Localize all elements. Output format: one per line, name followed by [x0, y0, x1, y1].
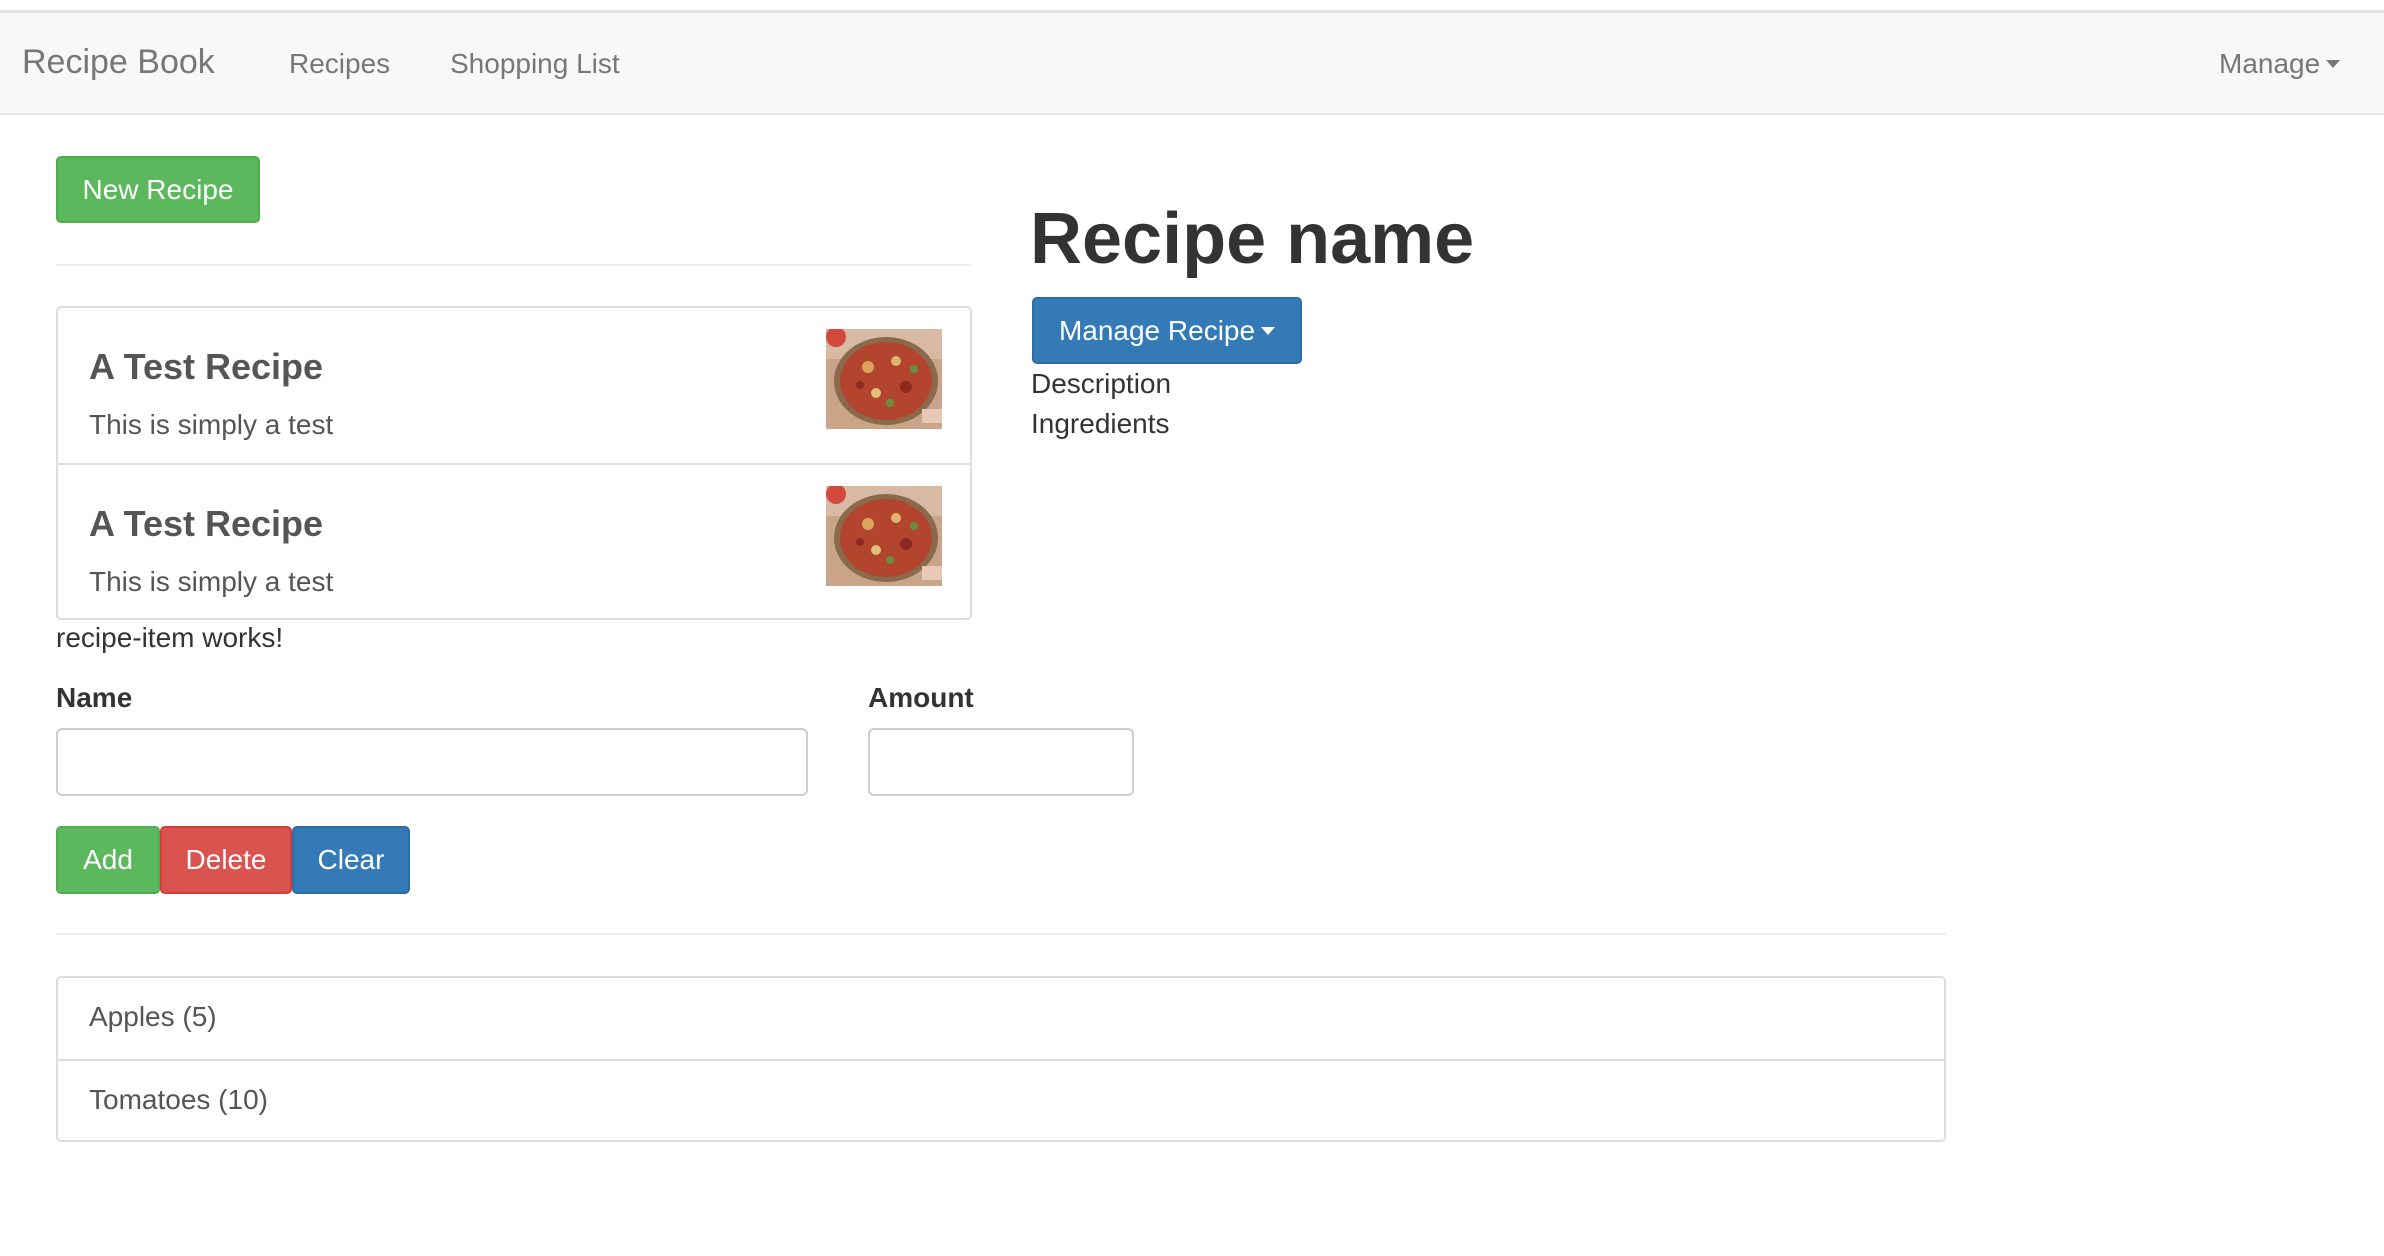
add-button-label: Add: [83, 844, 133, 875]
recipe-description: This is simply a test: [89, 566, 334, 597]
amount-label: Amount: [868, 682, 974, 713]
recipe-list: A Test Recipe This is simply a test A Te…: [56, 306, 972, 620]
caret-down-icon: [1261, 326, 1276, 335]
nav-link-recipes[interactable]: Recipes: [289, 48, 390, 80]
delete-button-label: Delete: [185, 844, 267, 875]
manage-dropdown[interactable]: Manage: [2219, 48, 2341, 80]
name-label: Name: [56, 682, 133, 713]
manage-recipe-button[interactable]: Manage Recipe: [1032, 297, 1302, 364]
brand-link[interactable]: Recipe Book: [22, 43, 215, 82]
recipe-description: This is simply a test: [89, 409, 334, 440]
nav-link-shopping-list[interactable]: Shopping List: [450, 48, 620, 80]
add-button[interactable]: Add: [56, 826, 160, 894]
divider: [56, 264, 972, 266]
clear-button[interactable]: Clear: [292, 826, 410, 894]
shopping-list-item[interactable]: Tomatoes (10): [58, 1059, 1944, 1140]
recipe-item-status-text: recipe-item works!: [56, 622, 284, 653]
caret-down-icon: [2326, 60, 2341, 68]
clear-button-label: Clear: [317, 844, 385, 875]
shopping-item-text: Apples (5): [89, 1001, 217, 1032]
shopping-item-text: Tomatoes (10): [89, 1084, 268, 1115]
recipe-list-item[interactable]: A Test Recipe This is simply a test: [58, 463, 970, 618]
name-input[interactable]: [56, 728, 808, 796]
shopping-list: Apples (5) Tomatoes (10): [56, 976, 1946, 1142]
shopping-list-item[interactable]: Apples (5): [58, 978, 1944, 1059]
recipe-detail-title: Recipe name: [1030, 199, 1475, 279]
recipe-description-label: Description: [1031, 368, 1172, 399]
new-recipe-button-label: New Recipe: [82, 173, 234, 205]
new-recipe-button[interactable]: New Recipe: [56, 156, 260, 223]
recipe-image: [826, 486, 942, 586]
recipe-title: A Test Recipe: [89, 503, 324, 544]
manage-recipe-button-label: Manage Recipe: [1058, 314, 1256, 346]
recipe-list-item[interactable]: A Test Recipe This is simply a test: [58, 308, 970, 463]
divider: [56, 933, 1946, 935]
recipe-ingredients-label: Ingredients: [1031, 408, 1170, 439]
delete-button[interactable]: Delete: [160, 826, 292, 894]
recipe-image: [826, 329, 942, 429]
navbar: Recipe Book Recipes Shopping List Manage: [0, 10, 2384, 115]
amount-input[interactable]: [868, 728, 1134, 796]
recipe-title: A Test Recipe: [89, 346, 324, 387]
manage-dropdown-label: Manage: [2219, 48, 2321, 79]
